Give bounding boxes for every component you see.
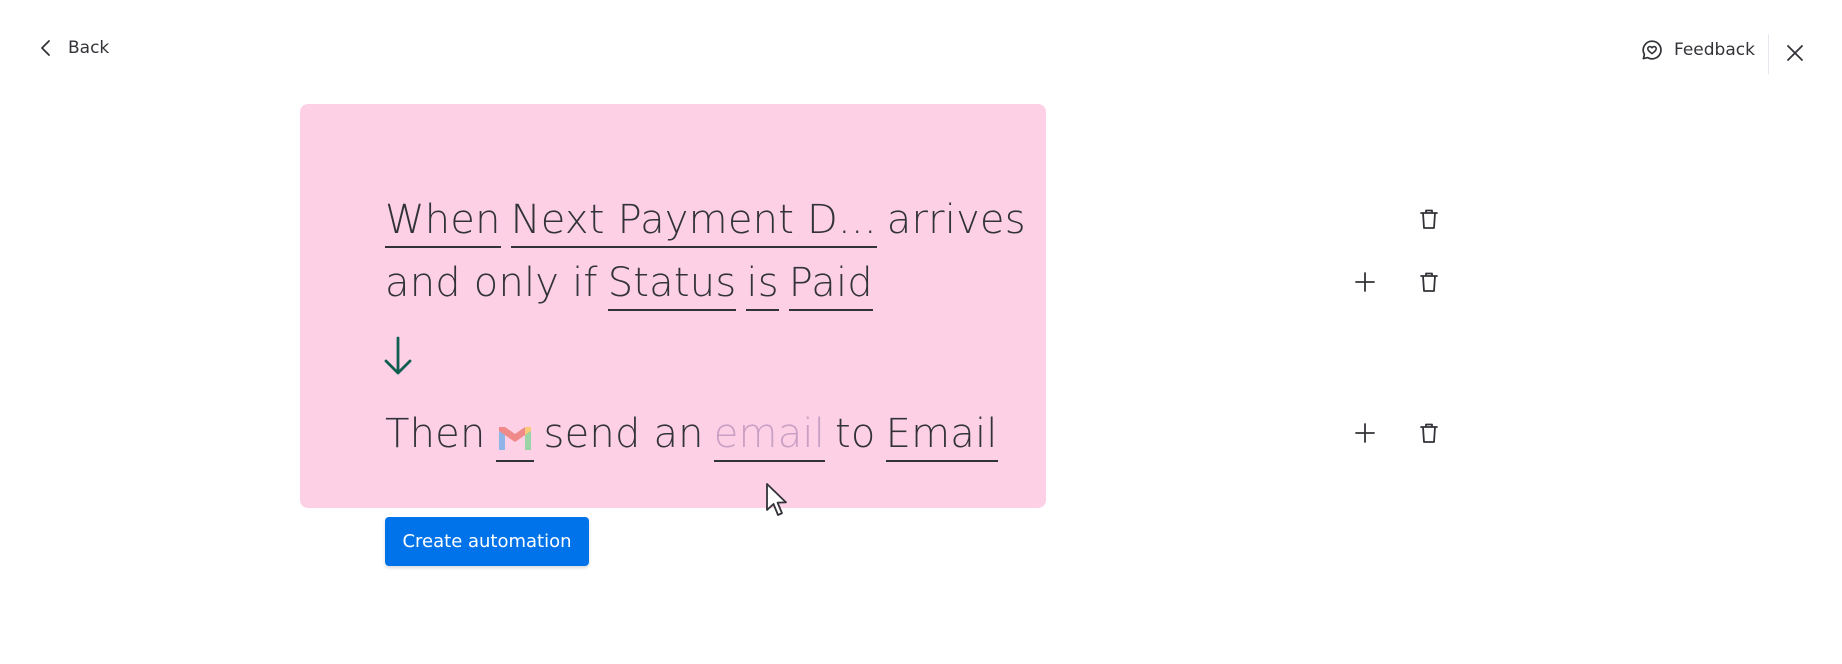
action-then-text: Then <box>385 411 486 457</box>
feedback-button[interactable]: Feedback <box>1640 38 1755 62</box>
create-automation-button[interactable]: Create automation <box>385 517 589 566</box>
action-sentence: Then send an email to Email <box>385 414 1008 462</box>
plus-icon <box>1355 272 1375 292</box>
condition-operator-token[interactable]: is <box>746 263 779 311</box>
close-button[interactable] <box>1782 40 1808 66</box>
delete-condition-button[interactable] <box>1416 269 1442 295</box>
integration-token[interactable] <box>495 424 534 462</box>
trigger-event-text: arrives <box>886 197 1026 243</box>
condition-column-token[interactable]: Status <box>607 263 737 311</box>
plus-icon <box>1355 423 1375 443</box>
condition-prefix-text: and only if <box>385 260 598 306</box>
close-icon <box>1787 45 1803 61</box>
feedback-icon <box>1642 40 1662 60</box>
trigger-sentence: When Next Payment D... arrives <box>385 200 1036 248</box>
condition-value-token[interactable]: Paid <box>788 263 873 311</box>
back-button[interactable]: Back <box>36 38 109 58</box>
delete-action-button[interactable] <box>1416 420 1442 446</box>
condition-sentence: and only if Status is Paid <box>385 263 883 311</box>
trash-icon <box>1420 272 1438 292</box>
mouse-cursor-icon <box>766 483 787 516</box>
trash-icon <box>1420 209 1438 229</box>
chevron-left-icon <box>41 40 50 56</box>
toolbar-divider <box>1768 34 1769 74</box>
action-item-token[interactable]: email <box>713 414 826 462</box>
add-condition-button[interactable] <box>1352 269 1378 295</box>
trigger-when-token[interactable]: When <box>385 200 501 248</box>
trash-icon <box>1420 423 1438 443</box>
action-to-text: to <box>835 411 876 457</box>
action-verb-text: send an <box>543 411 704 457</box>
trigger-column-token[interactable]: Next Payment D... <box>510 200 877 248</box>
arrow-down-icon <box>384 336 412 375</box>
gmail-icon <box>498 427 531 450</box>
delete-trigger-button[interactable] <box>1416 206 1442 232</box>
back-label: Back <box>68 38 110 58</box>
automation-editor: Back Feedback When Next Payment D... arriv… <box>0 0 1842 664</box>
action-target-token[interactable]: Email <box>885 414 998 462</box>
add-action-button[interactable] <box>1352 420 1378 446</box>
feedback-label: Feedback <box>1674 40 1755 60</box>
